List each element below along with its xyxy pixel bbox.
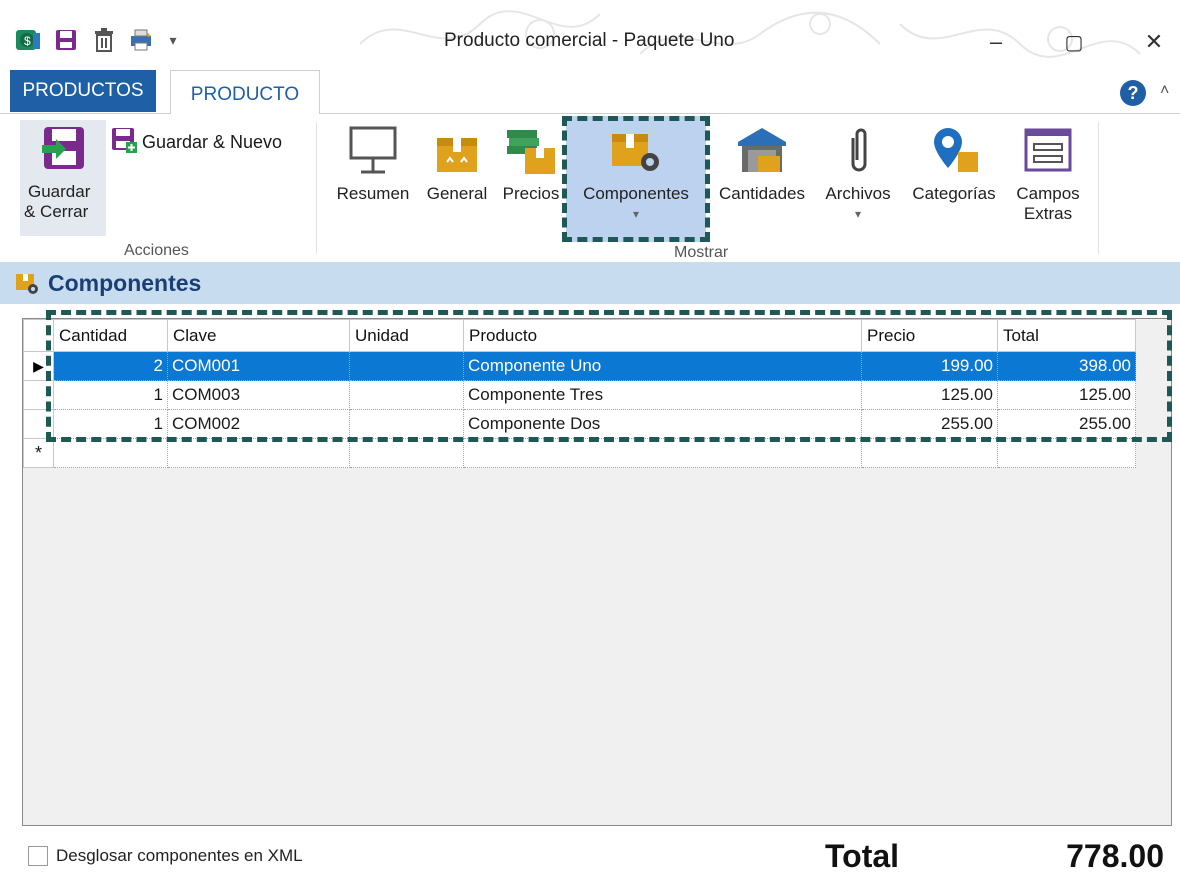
section-title: Componentes: [48, 269, 202, 296]
ribbon: Guardar & Cerrar Guardar & Nuevo Accione…: [0, 114, 1180, 262]
categorias-label: Categorías: [912, 184, 996, 203]
precios-label: Precios: [502, 184, 560, 203]
resumen-button[interactable]: Resumen: [330, 122, 416, 204]
title-bar: $ ▾ Producto comercial - Paquete Uno – ▢…: [0, 0, 1180, 66]
location-package-icon: [926, 122, 982, 178]
save-close-icon: [35, 120, 91, 176]
chevron-down-icon: ▾: [854, 207, 862, 221]
resumen-label: Resumen: [336, 184, 410, 203]
cell-total[interactable]: [997, 438, 1136, 468]
components-icon: [14, 270, 40, 296]
save-new-button[interactable]: Guardar & Nuevo: [110, 126, 282, 159]
archivos-button[interactable]: Archivos ▾: [816, 122, 900, 224]
campos-extras-button[interactable]: Campos Extras: [1006, 122, 1090, 224]
cell-precio[interactable]: [861, 438, 998, 468]
group-acciones-label: Acciones: [124, 242, 189, 259]
desglosar-checkbox[interactable]: [28, 846, 48, 866]
minimize-button[interactable]: –: [976, 26, 1016, 58]
delete-icon[interactable]: [90, 26, 118, 54]
app-logo-icon: $: [14, 26, 42, 54]
save-close-label-2: & Cerrar: [24, 202, 89, 221]
ribbon-tabs: PRODUCTOS PRODUCTO: [0, 70, 1180, 115]
close-button[interactable]: ✕: [1134, 26, 1174, 58]
total-value: 778.00: [1066, 838, 1164, 874]
archivos-label: Archivos: [825, 184, 891, 203]
warehouse-icon: [734, 122, 790, 178]
maximize-button[interactable]: ▢: [1054, 26, 1094, 58]
package-icon: [429, 122, 485, 178]
save-close-label-1: Guardar: [28, 182, 91, 201]
precios-button[interactable]: Precios: [496, 122, 566, 204]
tab-productos[interactable]: PRODUCTOS: [10, 70, 156, 112]
campos-extras-label-1: Campos: [1016, 184, 1080, 203]
focus-highlight-grid: [46, 310, 1172, 442]
section-header: Componentes: [0, 262, 1180, 304]
window-title: Producto comercial - Paquete Uno: [444, 30, 735, 51]
cantidades-button[interactable]: Cantidades: [712, 122, 812, 204]
categorias-button[interactable]: Categorías: [904, 122, 1004, 204]
cell-unidad[interactable]: [349, 438, 464, 468]
group-separator: [1098, 122, 1099, 254]
save-close-button[interactable]: Guardar & Cerrar: [20, 120, 106, 236]
new-row[interactable]: *: [23, 438, 1136, 468]
save-new-icon: [110, 126, 138, 159]
campos-extras-label-2: Extras: [1023, 204, 1073, 223]
money-package-icon: [503, 122, 559, 178]
paperclip-icon: [830, 122, 886, 178]
cell-cantidad[interactable]: [53, 438, 168, 468]
cell-producto[interactable]: [463, 438, 862, 468]
cell-clave[interactable]: [167, 438, 350, 468]
cantidades-label: Cantidades: [718, 184, 805, 203]
group-separator: [316, 122, 317, 254]
save-new-label: Guardar & Nuevo: [142, 132, 283, 152]
desglosar-checkbox-label: Desglosar componentes en XML: [56, 846, 303, 865]
presentation-board-icon: [345, 122, 401, 178]
customize-toolbar-icon[interactable]: ▾: [166, 26, 180, 54]
focus-highlight-ribbon: [562, 116, 710, 242]
collapse-ribbon-icon[interactable]: ˄: [1160, 82, 1169, 100]
general-label: General: [426, 184, 488, 203]
svg-text:$: $: [24, 34, 31, 48]
quick-access-toolbar: $ ▾: [14, 26, 180, 54]
total-label: Total: [825, 838, 900, 874]
general-button[interactable]: General: [420, 122, 494, 204]
new-row-marker: *: [23, 438, 54, 468]
tab-producto[interactable]: PRODUCTO: [170, 70, 320, 115]
print-icon[interactable]: [128, 26, 156, 54]
save-icon[interactable]: [52, 26, 80, 54]
help-icon[interactable]: ?: [1120, 80, 1146, 106]
group-mostrar-label: Mostrar: [674, 244, 729, 261]
form-fields-icon: [1020, 122, 1076, 178]
